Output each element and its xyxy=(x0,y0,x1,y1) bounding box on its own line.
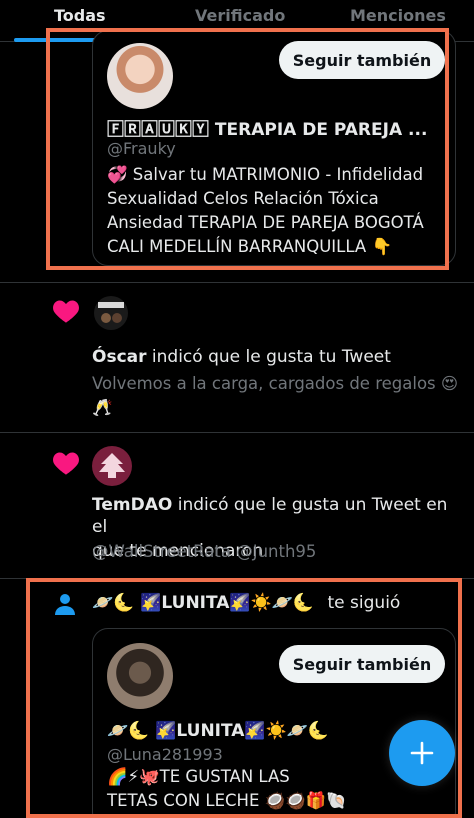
bio-line: CALI MEDELLÍN BARRANQUILLA 👇 xyxy=(107,237,393,256)
tab-menciones[interactable]: Menciones xyxy=(350,6,446,25)
follower-name[interactable]: 🪐🌜 🌠LUNITA🌠☀️🪐🌜 xyxy=(92,593,314,613)
card-handle: @Luna281993 xyxy=(107,745,223,764)
liked-tweet-preview[interactable]: Volvemos a la carga, cargados de regalos… xyxy=(92,372,462,420)
card-bio: 💞 Salvar tu MATRIMONIO - Infidelidad Sex… xyxy=(107,163,453,259)
follow-text: 🪐🌜 🌠LUNITA🌠☀️🪐🌜 te siguió xyxy=(92,592,462,614)
tab-todas[interactable]: Todas xyxy=(54,6,106,25)
heart-icon xyxy=(53,300,79,323)
profile-card-lunita[interactable]: Seguir también 🪐🌜 🌠LUNITA🌠☀️🪐🌜 @Luna2819… xyxy=(92,628,456,818)
avatar-temdao[interactable] xyxy=(92,446,132,486)
profile-card-frauky[interactable]: Seguir también 🄵🅁🄰🅄🄺🅈 TERAPIA DE PAREJA … xyxy=(92,30,456,266)
heart-icon xyxy=(53,452,79,475)
action-text: indicó que le gusta tu Tweet xyxy=(146,347,391,367)
notification-text: Óscar indicó que le gusta tu Tweet xyxy=(92,346,462,368)
follow-action: te siguió xyxy=(327,593,401,613)
bio-line: 🌈⚡🐙TE GUSTAN LAS xyxy=(107,767,290,786)
compose-plus-icon xyxy=(410,741,434,765)
card-display-name: 🪐🌜 🌠LUNITA🌠☀️🪐🌜 xyxy=(107,721,330,741)
person-icon xyxy=(55,594,75,615)
actor-name[interactable]: TemDAO xyxy=(92,495,172,515)
divider xyxy=(0,432,474,433)
compose-tweet-button[interactable] xyxy=(389,720,455,786)
mentions-text[interactable]: @WallStreetRata @Junth95 xyxy=(92,540,316,564)
avatar-lunita[interactable] xyxy=(107,643,173,709)
avatar-oscar[interactable] xyxy=(94,296,128,330)
bio-line: Sexualidad Celos Relación Tóxica xyxy=(107,189,379,208)
tweet-preview-line: 🥂 xyxy=(92,398,113,417)
follow-back-button[interactable]: Seguir también xyxy=(279,41,445,79)
card-display-name: 🄵🅁🄰🅄🄺🅈 TERAPIA DE PAREJA ... xyxy=(107,120,428,140)
card-handle: @Frauky xyxy=(107,139,176,158)
avatar-frauky[interactable] xyxy=(107,43,173,109)
actor-name[interactable]: Óscar xyxy=(92,347,147,367)
tweet-preview-line: Volvemos a la carga, cargados de regalos… xyxy=(92,374,459,393)
divider xyxy=(0,282,474,283)
bio-line: TETAS CON LECHE 🥥🥥🎁🐚 xyxy=(107,791,347,810)
tab-verificado[interactable]: Verificado xyxy=(195,6,285,25)
card-bio: 🌈⚡🐙TE GUSTAN LAS TETAS CON LECHE 🥥🥥🎁🐚 xyxy=(107,765,407,813)
bio-line: Ansiedad TERAPIA DE PAREJA BOGOTÁ xyxy=(107,213,424,232)
divider xyxy=(0,578,474,579)
bio-line: 💞 Salvar tu MATRIMONIO - Infidelidad xyxy=(107,165,424,184)
follow-back-button[interactable]: Seguir también xyxy=(279,645,445,683)
